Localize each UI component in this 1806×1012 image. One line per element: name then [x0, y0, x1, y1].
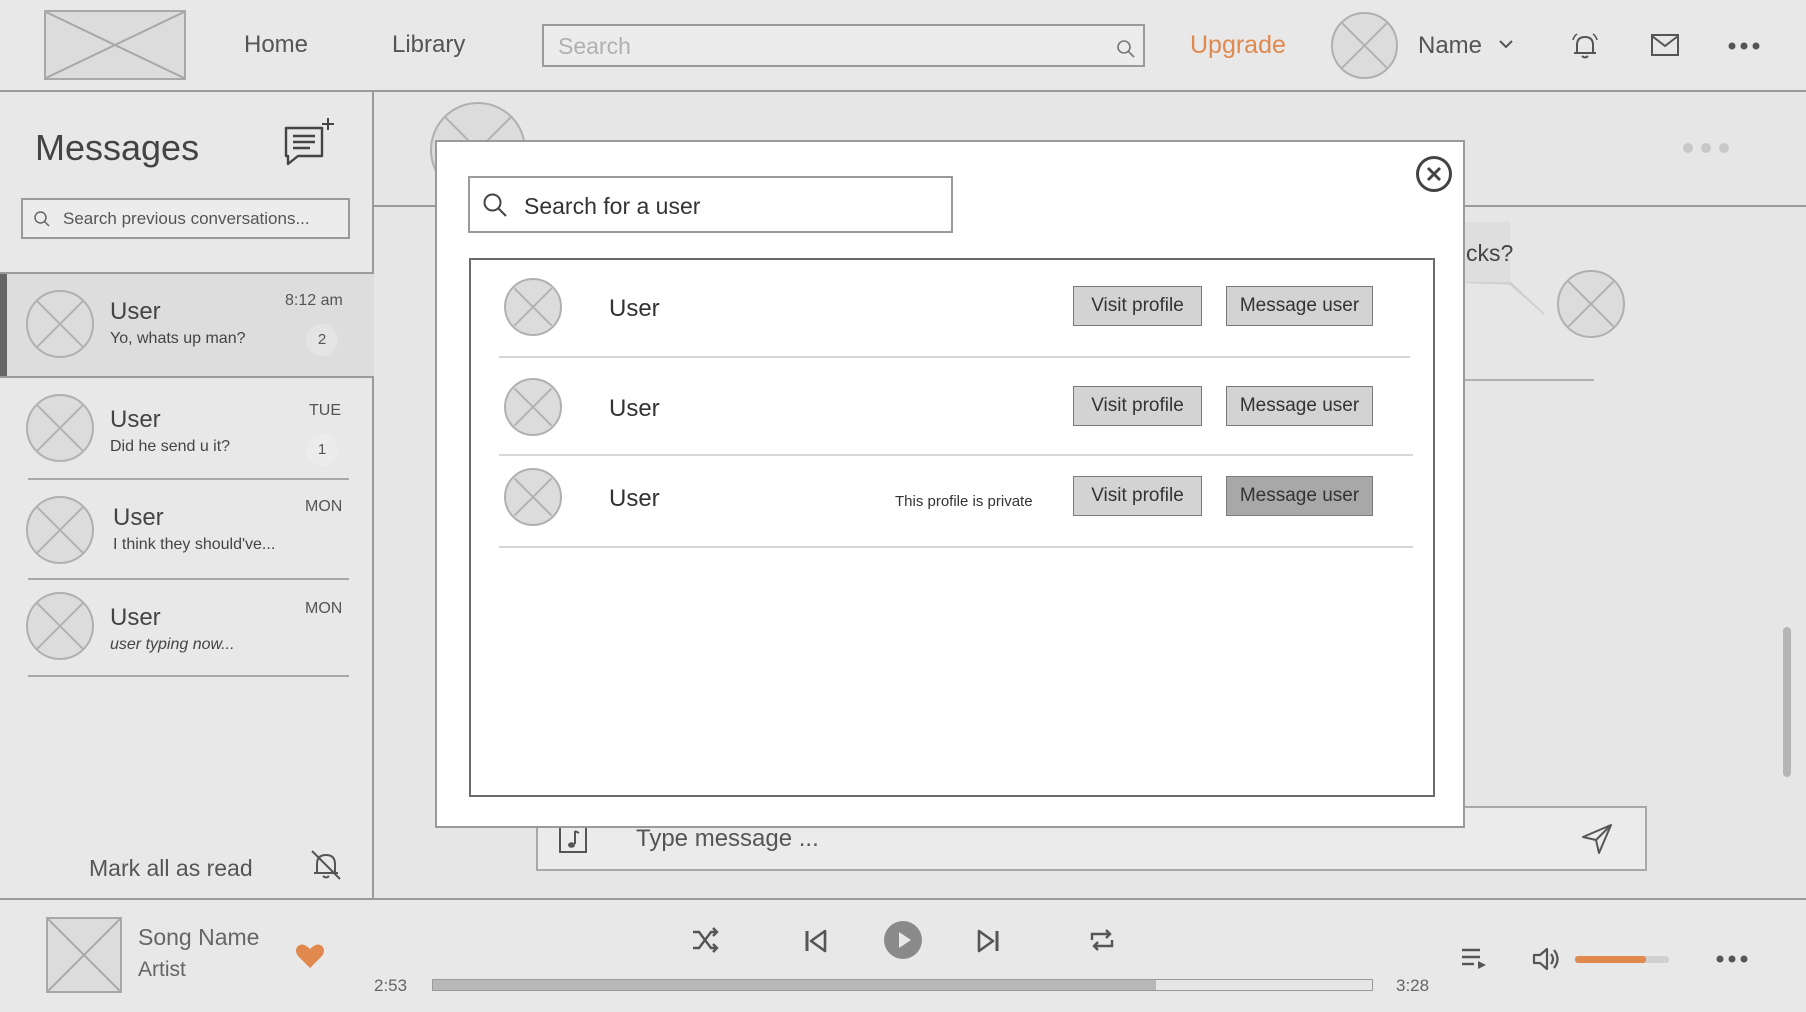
active-indicator [0, 274, 7, 376]
chat-divider [1464, 379, 1594, 381]
unread-badge: 1 [306, 434, 338, 466]
search-icon [33, 210, 51, 228]
user-name-label[interactable]: Name [1418, 32, 1482, 60]
conversation-avatar [26, 290, 94, 358]
conversation-name: User [110, 406, 161, 433]
result-divider [499, 546, 1413, 548]
artist-name[interactable]: Artist [138, 958, 186, 982]
private-profile-note: This profile is private [895, 493, 1033, 510]
conversation-item[interactable]: User I think they should've... MON [0, 480, 374, 580]
queue-icon[interactable] [1460, 947, 1488, 971]
play-button[interactable] [883, 920, 923, 960]
conversation-avatar [26, 394, 94, 462]
progress-bar[interactable] [432, 979, 1373, 991]
nav-home-link[interactable]: Home [244, 31, 308, 59]
chat-more-icon[interactable] [1682, 142, 1730, 154]
conversation-search[interactable] [21, 198, 350, 239]
conversation-item[interactable]: User Yo, whats up man? 8:12 am 2 [0, 274, 374, 376]
conversation-time: 8:12 am [285, 292, 343, 309]
send-icon[interactable] [1580, 822, 1614, 856]
volume-icon[interactable] [1531, 945, 1561, 973]
logo-image[interactable] [44, 10, 186, 80]
conversation-preview: I think they should've... [113, 536, 276, 553]
user-result-row: User Visit profile Message user [471, 260, 1433, 356]
conversation-time: TUE [309, 402, 341, 419]
message-input[interactable] [636, 824, 1516, 854]
conversation-item[interactable]: User user typing now... MON [0, 580, 374, 676]
close-icon[interactable] [1415, 155, 1453, 193]
conversation-item[interactable]: User Did he send u it? TUE 1 [0, 378, 374, 480]
user-result-name: User [609, 485, 660, 512]
message-user-button-disabled: Message user [1226, 476, 1373, 516]
player-more-icon[interactable] [1716, 954, 1748, 964]
previous-track-icon[interactable] [803, 928, 829, 954]
top-bar: Home Library Upgrade Name [0, 0, 1806, 92]
message-user-button[interactable]: Message user [1226, 286, 1373, 326]
unread-badge: 2 [306, 324, 338, 356]
music-player-bar: Song Name Artist 2:53 3:28 [0, 898, 1806, 1012]
user-result-row: User This profile is private Visit profi… [471, 456, 1433, 546]
visit-profile-button[interactable]: Visit profile [1073, 386, 1202, 426]
conversation-name: User [110, 604, 161, 631]
new-message-icon[interactable] [282, 116, 338, 168]
repeat-icon[interactable] [1088, 926, 1116, 954]
total-duration: 3:28 [1396, 976, 1430, 995]
user-result-row: User Visit profile Message user [471, 358, 1433, 454]
user-result-avatar[interactable] [504, 378, 562, 436]
conversation-avatar [26, 592, 94, 660]
messages-title: Messages [35, 127, 200, 168]
user-results-list: User Visit profile Message user User Vis… [469, 258, 1435, 797]
visit-profile-button[interactable]: Visit profile [1073, 476, 1202, 516]
notifications-off-icon[interactable] [308, 847, 344, 883]
conversation-preview: user typing now... [110, 636, 235, 653]
more-options-icon[interactable] [1728, 41, 1760, 51]
conversation-avatar [26, 496, 94, 564]
global-search-input[interactable] [558, 32, 1098, 60]
conversation-name: User [113, 504, 164, 531]
mark-all-read-link[interactable]: Mark all as read [89, 855, 253, 882]
next-track-icon[interactable] [975, 928, 1001, 954]
user-result-name: User [609, 295, 660, 322]
find-user-modal: User Visit profile Message user User Vis… [435, 140, 1465, 828]
conversation-name: User [110, 298, 161, 325]
user-result-avatar[interactable] [504, 278, 562, 336]
user-search-input[interactable] [524, 192, 934, 220]
message-sender-avatar[interactable] [1557, 270, 1625, 338]
heart-icon[interactable] [295, 942, 325, 970]
search-icon[interactable] [1116, 39, 1136, 59]
global-search[interactable] [542, 24, 1145, 67]
music-attach-icon[interactable] [558, 824, 588, 854]
conversation-divider [28, 675, 349, 677]
message-bubble-tail [1466, 282, 1546, 316]
conversation-time: MON [305, 600, 343, 617]
chevron-down-icon[interactable] [1498, 38, 1514, 50]
visit-profile-button[interactable]: Visit profile [1073, 286, 1202, 326]
user-result-name: User [609, 395, 660, 422]
conversation-preview: Yo, whats up man? [110, 330, 246, 347]
search-icon [482, 192, 508, 218]
shuffle-icon[interactable] [690, 926, 720, 954]
notification-bell-icon[interactable] [1569, 30, 1601, 62]
chat-scrollbar[interactable] [1783, 627, 1791, 777]
elapsed-time: 2:53 [374, 976, 408, 995]
upgrade-link[interactable]: Upgrade [1190, 31, 1286, 60]
volume-fill [1575, 956, 1646, 963]
album-art[interactable] [46, 917, 122, 993]
message-user-button[interactable]: Message user [1226, 386, 1373, 426]
user-search-box[interactable] [468, 176, 953, 233]
conversation-preview: Did he send u it? [110, 438, 231, 455]
user-avatar[interactable] [1331, 12, 1398, 79]
conversation-search-input[interactable] [63, 208, 343, 230]
user-result-avatar[interactable] [504, 468, 562, 526]
song-name[interactable]: Song Name [138, 924, 259, 951]
mail-icon[interactable] [1650, 33, 1680, 57]
nav-library-link[interactable]: Library [392, 31, 465, 59]
progress-fill [433, 980, 1157, 990]
messages-sidebar: Messages User Yo, whats up man? 8:12 am … [0, 92, 374, 898]
conversation-time: MON [305, 498, 343, 515]
volume-slider[interactable] [1575, 956, 1669, 963]
message-bubble-text: cks? [1466, 240, 1514, 266]
